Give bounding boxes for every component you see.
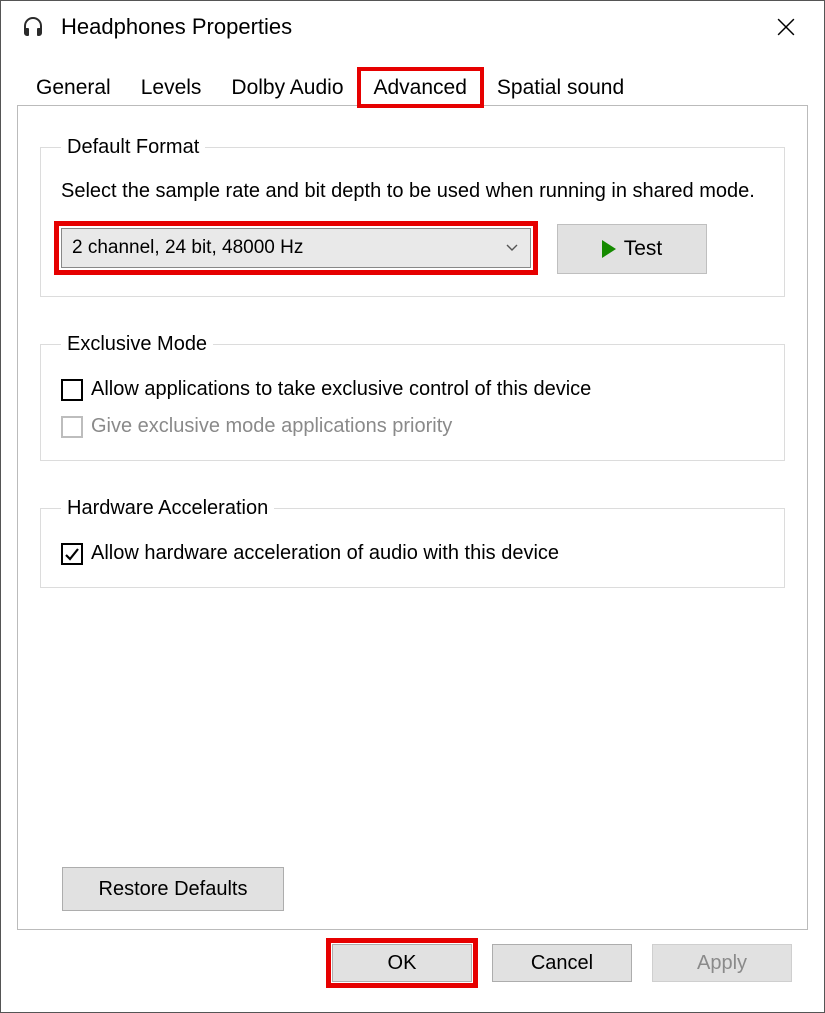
close-button[interactable]	[758, 1, 814, 53]
dialog-button-row: OK Cancel Apply	[17, 930, 808, 996]
tab-spatial-sound[interactable]: Spatial sound	[482, 69, 639, 106]
titlebar: Headphones Properties	[1, 1, 824, 53]
exclusive-priority-label: Give exclusive mode applications priorit…	[91, 415, 452, 438]
exclusive-priority-checkbox	[61, 416, 83, 438]
restore-defaults-button[interactable]: Restore Defaults	[62, 867, 284, 911]
exclusive-mode-group: Exclusive Mode Allow applications to tak…	[40, 333, 785, 461]
play-icon	[602, 240, 616, 258]
window-title: Headphones Properties	[61, 14, 758, 40]
tab-levels[interactable]: Levels	[126, 69, 217, 106]
default-format-group: Default Format Select the sample rate an…	[40, 136, 785, 297]
default-format-description: Select the sample rate and bit depth to …	[61, 177, 764, 206]
exclusive-mode-legend: Exclusive Mode	[61, 333, 213, 356]
chevron-down-icon	[504, 244, 520, 252]
sample-format-select[interactable]: 2 channel, 24 bit, 48000 Hz	[61, 228, 531, 268]
allow-hardware-accel-label: Allow hardware acceleration of audio wit…	[91, 542, 559, 565]
ok-button[interactable]: OK	[332, 944, 472, 982]
hardware-acceleration-legend: Hardware Acceleration	[61, 497, 274, 520]
test-button[interactable]: Test	[557, 224, 707, 274]
cancel-button[interactable]: Cancel	[492, 944, 632, 982]
allow-exclusive-checkbox[interactable]	[61, 379, 83, 401]
default-format-legend: Default Format	[61, 136, 205, 159]
headphones-properties-dialog: Headphones Properties General Levels Dol…	[0, 0, 825, 1013]
allow-exclusive-label: Allow applications to take exclusive con…	[91, 378, 591, 401]
tab-general[interactable]: General	[21, 69, 126, 106]
tabstrip: General Levels Dolby Audio Advanced Spat…	[17, 69, 808, 106]
allow-hardware-accel-checkbox[interactable]	[61, 543, 83, 565]
test-button-label: Test	[624, 237, 663, 261]
tabpanel-advanced: Default Format Select the sample rate an…	[17, 105, 808, 930]
hardware-acceleration-group: Hardware Acceleration Allow hardware acc…	[40, 497, 785, 588]
sample-format-value: 2 channel, 24 bit, 48000 Hz	[72, 237, 504, 259]
apply-button: Apply	[652, 944, 792, 982]
tab-dolby-audio[interactable]: Dolby Audio	[216, 69, 358, 106]
headphones-icon	[19, 13, 47, 41]
tab-advanced[interactable]: Advanced	[359, 69, 482, 106]
